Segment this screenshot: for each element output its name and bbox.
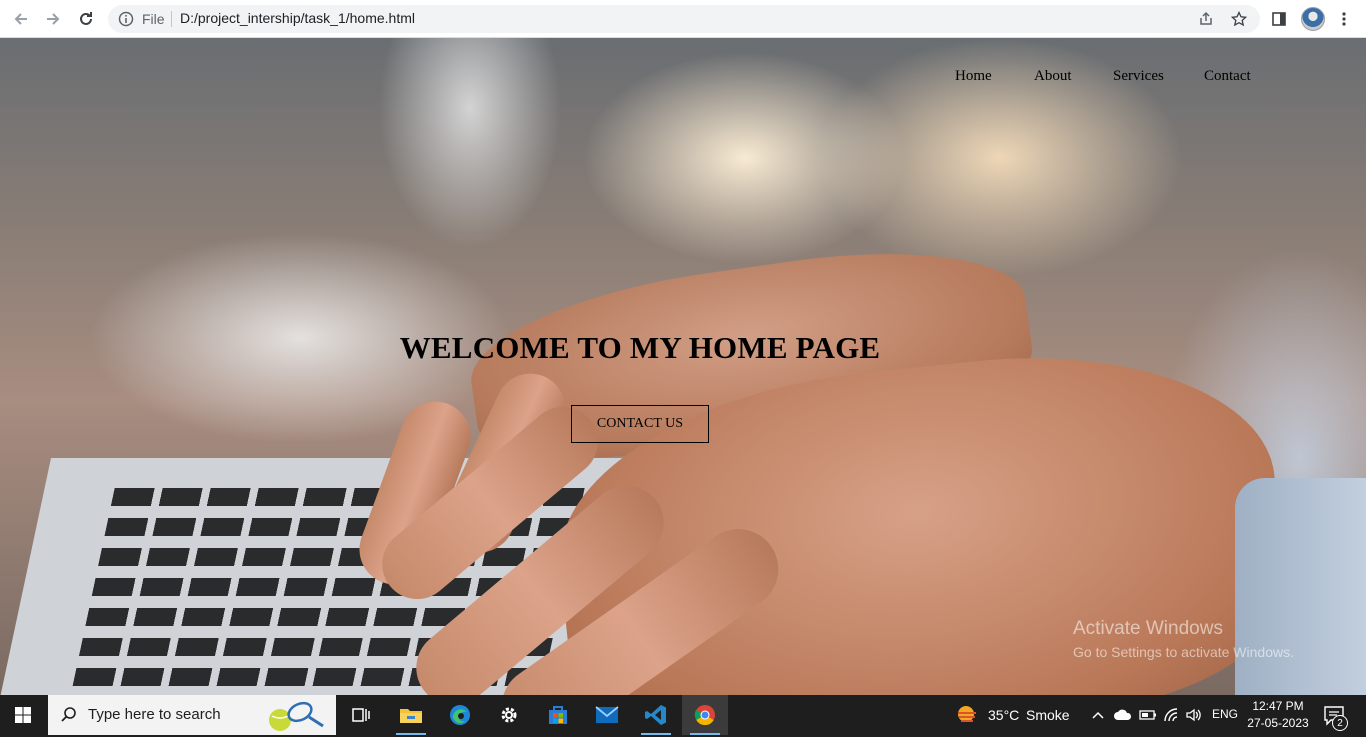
microsoft-store-icon[interactable] [535, 695, 581, 735]
share-icon[interactable] [1198, 11, 1214, 31]
windows-taskbar: Type here to search 35°C Smoke ENG 12:47… [0, 695, 1366, 735]
notification-badge: 2 [1332, 715, 1348, 731]
url-scheme-label: File [142, 11, 165, 27]
nav-link-services[interactable]: Services [1113, 68, 1164, 85]
chevron-up-icon[interactable] [1091, 708, 1105, 727]
nav-link-contact[interactable]: Contact [1204, 68, 1251, 85]
forward-icon[interactable] [41, 7, 65, 31]
back-icon[interactable] [9, 7, 33, 31]
menu-icon[interactable] [1333, 8, 1355, 30]
search-highlight-icon [264, 698, 330, 737]
profile-avatar[interactable] [1301, 7, 1325, 31]
chrome-icon[interactable] [682, 695, 728, 735]
url-separator [171, 11, 172, 27]
wifi-icon[interactable] [1163, 707, 1181, 728]
activate-windows-title: Activate Windows [1073, 618, 1223, 639]
clock-date: 27-05-2023 [1247, 716, 1309, 730]
clock[interactable]: 12:47 PM 27-05-2023 [1246, 698, 1310, 732]
nav-link-about[interactable]: About [1034, 68, 1072, 85]
info-icon[interactable] [118, 11, 134, 31]
language-indicator[interactable]: ENG [1212, 707, 1238, 721]
address-bar[interactable]: File D:/project_intership/task_1/home.ht… [108, 5, 1260, 33]
task-view-icon[interactable] [338, 695, 384, 735]
browser-toolbar: File D:/project_intership/task_1/home.ht… [0, 0, 1366, 38]
edge-icon[interactable] [437, 695, 483, 735]
settings-icon[interactable] [486, 695, 532, 735]
battery-icon[interactable] [1139, 708, 1157, 727]
start-icon[interactable] [0, 695, 46, 735]
side-panel-icon[interactable] [1268, 8, 1290, 30]
reload-icon[interactable] [74, 7, 98, 31]
taskbar-search[interactable]: Type here to search [48, 695, 336, 735]
clock-time: 12:47 PM [1252, 699, 1304, 713]
activate-windows-subtitle: Go to Settings to activate Windows. [1073, 644, 1294, 660]
weather-temp[interactable]: 35°C [988, 707, 1019, 723]
file-explorer-icon[interactable] [388, 695, 434, 735]
search-icon [60, 706, 78, 729]
nav-link-home[interactable]: Home [955, 68, 992, 85]
url-text[interactable]: D:/project_intership/task_1/home.html [180, 10, 415, 26]
hero-title: WELCOME TO MY HOME PAGE [399, 330, 881, 365]
weather-condition[interactable]: Smoke [1026, 707, 1070, 723]
onedrive-cloud-icon[interactable] [1113, 708, 1133, 727]
volume-icon[interactable] [1185, 707, 1203, 728]
vscode-icon[interactable] [633, 695, 679, 735]
shirt-sleeve-image [1235, 478, 1366, 695]
mail-icon[interactable] [584, 695, 630, 735]
star-icon[interactable] [1230, 10, 1248, 31]
contact-us-button[interactable]: CONTACT US [571, 405, 709, 443]
hero-background: Home About Services Contact WELCOME TO M… [0, 38, 1366, 695]
weather-icon[interactable] [955, 703, 979, 732]
search-placeholder: Type here to search [88, 706, 221, 723]
